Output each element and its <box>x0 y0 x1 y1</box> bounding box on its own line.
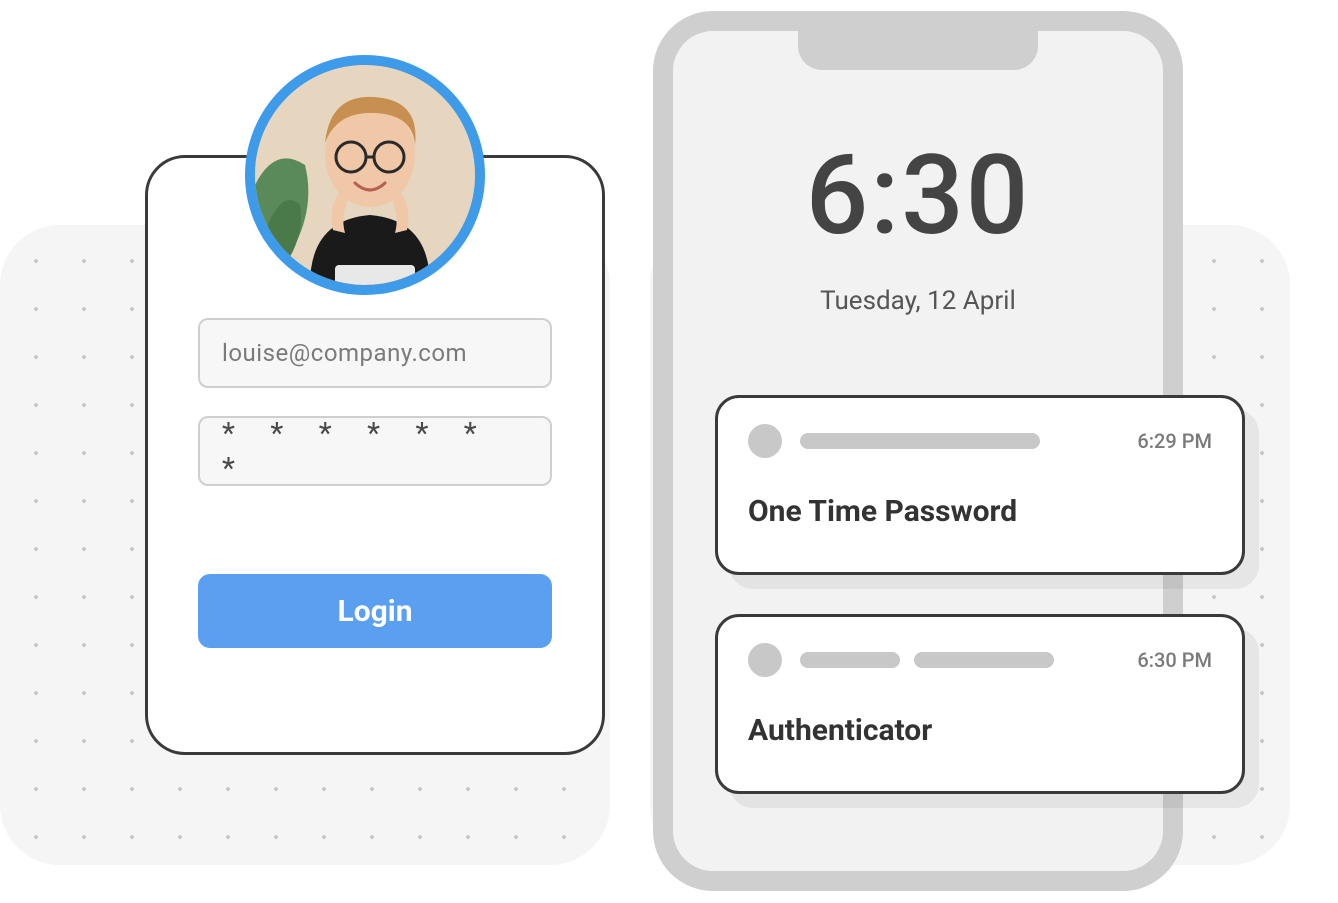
login-button[interactable]: Login <box>198 574 552 648</box>
lockscreen-date: Tuesday, 12 April <box>673 286 1163 316</box>
email-field[interactable] <box>198 318 552 388</box>
notification-time: 6:30 PM <box>1137 648 1212 672</box>
phone-notch <box>798 30 1038 70</box>
notification-app-icon <box>748 424 782 458</box>
notification-app-icon <box>748 643 782 677</box>
notification-placeholder-bars <box>800 652 1119 668</box>
notification-authenticator[interactable]: 6:30 PM Authenticator <box>715 614 1245 794</box>
lockscreen-time: 6:30 <box>673 131 1163 260</box>
notification-otp[interactable]: 6:29 PM One Time Password <box>715 395 1245 575</box>
notification-placeholder-bars <box>800 433 1119 449</box>
notification-time: 6:29 PM <box>1137 429 1212 453</box>
password-field[interactable]: * * * * * * * <box>198 416 552 486</box>
notification-title: Authenticator <box>748 713 1212 748</box>
avatar <box>245 55 485 295</box>
notification-title: One Time Password <box>748 494 1212 529</box>
